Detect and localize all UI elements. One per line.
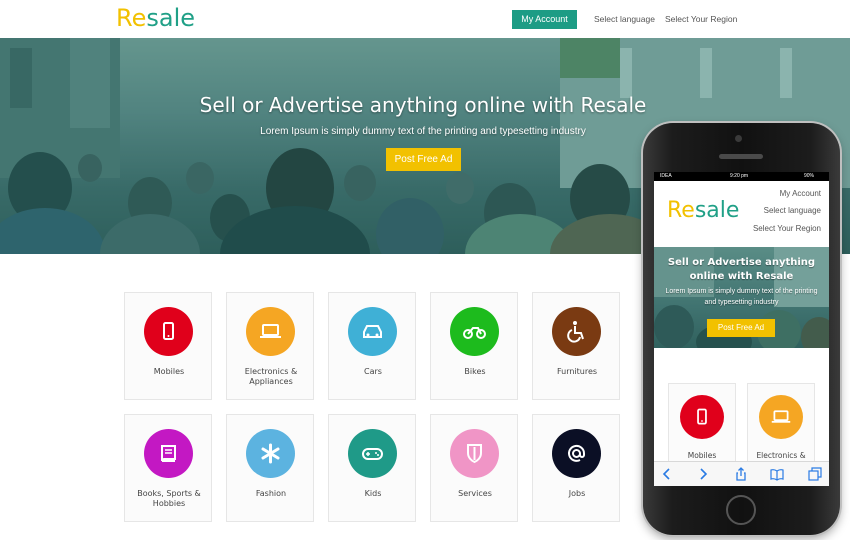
- category-services[interactable]: Services: [430, 414, 518, 522]
- status-battery: 90%: [804, 173, 815, 179]
- logo-re: Re: [116, 4, 147, 32]
- share-icon[interactable]: [734, 467, 748, 481]
- mobile-resale-logo[interactable]: Resale: [667, 198, 739, 223]
- mobile-hero-title: Sell or Advertise anything online with R…: [667, 257, 816, 282]
- category-icon-circle: [552, 307, 601, 356]
- phone-screen: IDEA 9:20 pm 90% My Account Select langu…: [654, 172, 829, 486]
- car-icon: [363, 325, 382, 338]
- category-label: Mobiles: [153, 367, 185, 376]
- category-label: Services: [458, 489, 492, 498]
- category-mobiles[interactable]: Mobiles: [124, 292, 212, 400]
- category-label: Electronics &: [756, 451, 806, 460]
- mobile-select-language-link[interactable]: Select language: [764, 206, 821, 215]
- select-language-link[interactable]: Select language: [594, 14, 655, 24]
- category-label: Fashion: [255, 489, 287, 498]
- category-icon-circle: [759, 395, 803, 439]
- category-label: Books, Sports & Hobbies: [137, 489, 201, 508]
- category-label: Electronics & Appliances: [244, 367, 298, 386]
- category-icon-circle: [680, 395, 724, 439]
- site-header: Resale My Account Select language Select…: [0, 0, 850, 38]
- post-free-ad-button[interactable]: Post Free Ad: [386, 148, 461, 171]
- category-label: Kids: [364, 489, 382, 498]
- phone-speaker: [719, 154, 763, 159]
- mobile-post-free-ad-button[interactable]: Post Free Ad: [707, 319, 775, 337]
- category-icon-circle: [144, 307, 193, 356]
- asterisk-icon: [261, 443, 280, 464]
- category-icon-circle: [348, 429, 397, 478]
- category-label: Cars: [364, 367, 382, 376]
- category-icon-circle: [246, 429, 295, 478]
- category-cars[interactable]: Cars: [328, 292, 416, 400]
- gamepad-icon: [362, 448, 383, 460]
- category-label: Bikes: [464, 367, 486, 376]
- category-kids[interactable]: Kids: [328, 414, 416, 522]
- mobile-icon: [163, 322, 174, 340]
- phone-home-button[interactable]: [726, 495, 756, 525]
- forward-icon[interactable]: [696, 467, 710, 481]
- category-jobs[interactable]: Jobs: [532, 414, 620, 522]
- logo-sale: sale: [146, 4, 196, 32]
- book-icon: [161, 445, 176, 462]
- category-icon-circle: [450, 307, 499, 356]
- category-label: Mobiles: [687, 451, 717, 460]
- select-region-link[interactable]: Select Your Region: [665, 14, 737, 24]
- motorbike-icon: [463, 327, 486, 339]
- phone-status-bar: IDEA 9:20 pm 90%: [654, 172, 829, 181]
- mobile-hero-subtitle: Lorem Ipsum is simply dummy text of the …: [665, 288, 818, 306]
- mobile-category-electronics[interactable]: Electronics &: [747, 383, 815, 473]
- mobile-logo-sale: sale: [694, 198, 740, 223]
- status-carrier: IDEA: [660, 173, 672, 179]
- mobile-logo-re: Re: [667, 198, 695, 223]
- mobile-category-mobiles[interactable]: Mobiles: [668, 383, 736, 473]
- status-time: 9:20 pm: [730, 173, 749, 179]
- mobile-my-account-link[interactable]: My Account: [780, 189, 821, 198]
- shield-icon: [467, 444, 482, 464]
- category-furnitures[interactable]: Furnitures: [532, 292, 620, 400]
- category-electronics-appliances[interactable]: Electronics & Appliances: [226, 292, 314, 400]
- at-icon: [568, 444, 586, 462]
- category-icon-circle: [450, 429, 499, 478]
- mobile-select-region-link[interactable]: Select Your Region: [753, 224, 821, 233]
- my-account-button[interactable]: My Account: [512, 10, 577, 29]
- category-icon-circle: [552, 429, 601, 478]
- bookmarks-icon[interactable]: [770, 467, 784, 481]
- mobile-icon: [697, 408, 707, 425]
- category-icon-circle: [144, 429, 193, 478]
- phone-mockup: IDEA 9:20 pm 90% My Account Select langu…: [643, 123, 840, 535]
- phone-camera: [735, 135, 742, 142]
- category-label: Jobs: [568, 489, 586, 498]
- category-bikes[interactable]: Bikes: [430, 292, 518, 400]
- hero-title: Sell or Advertise anything online with R…: [199, 93, 647, 117]
- tabs-icon[interactable]: [808, 467, 822, 481]
- category-icon-circle: [348, 307, 397, 356]
- back-icon[interactable]: [660, 467, 674, 481]
- laptop-icon: [260, 324, 281, 338]
- browser-toolbar: [654, 461, 829, 486]
- category-label: Furnitures: [556, 367, 598, 376]
- resale-logo[interactable]: Resale: [116, 4, 195, 32]
- category-icon-circle: [246, 307, 295, 356]
- wheelchair-icon: [567, 321, 584, 343]
- laptop-icon: [771, 410, 791, 423]
- mobile-hero-banner: Sell or Advertise anything online with R…: [654, 247, 829, 348]
- category-books-sports-hobbies[interactable]: Books, Sports & Hobbies: [124, 414, 212, 522]
- category-fashion[interactable]: Fashion: [226, 414, 314, 522]
